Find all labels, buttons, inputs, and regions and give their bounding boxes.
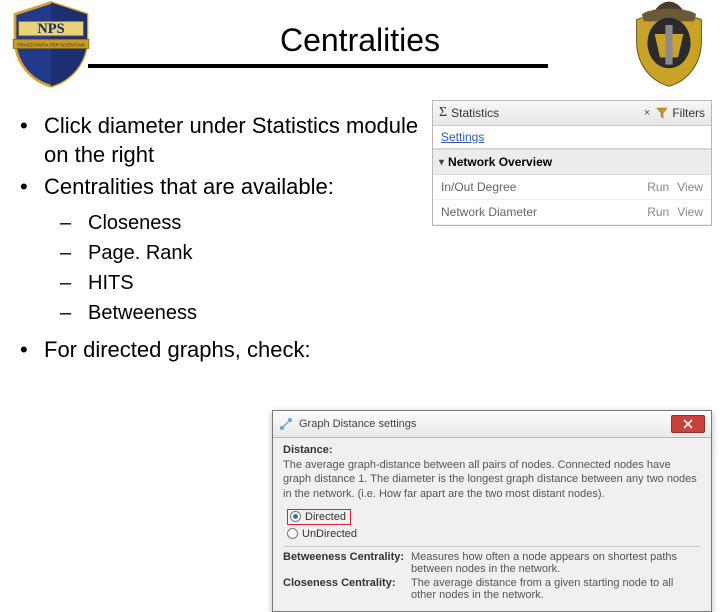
definition-text: Measures how often a node appears on sho… [411, 551, 701, 575]
view-link[interactable]: View [677, 180, 703, 194]
sigma-icon: Σ [439, 105, 447, 121]
distance-description: The average graph-distance between all p… [283, 458, 701, 501]
dash-marker: – [60, 240, 88, 266]
bullet-marker: • [20, 173, 44, 202]
bullet-marker: • [20, 336, 44, 365]
sub-bullet-item: –HITS [60, 270, 420, 296]
tab-close-icon[interactable]: × [644, 107, 650, 119]
bullet-text: Click diameter under Statistics module o… [44, 112, 420, 169]
tab-label: Statistics [451, 106, 499, 120]
sub-bullet-text: HITS [88, 270, 134, 296]
radio-label: UnDirected [302, 528, 357, 540]
definition-row: Closeness Centrality: The average distan… [283, 577, 701, 601]
bullet-item: • Click diameter under Statistics module… [20, 112, 420, 169]
tab-filters[interactable]: Filters [656, 106, 705, 120]
definition-term: Betweeness Centrality: [283, 551, 405, 575]
bullet-marker: • [20, 112, 44, 169]
radio-undirected[interactable]: UnDirected [287, 528, 701, 540]
definition-text: The average distance from a given starti… [411, 577, 701, 601]
sub-bullet-item: –Closeness [60, 210, 420, 236]
sub-bullet-item: –Betweeness [60, 300, 420, 326]
panel-tabs: Σ Statistics × Filters [433, 101, 711, 126]
dialog-body: Distance: The average graph-distance bet… [273, 438, 711, 611]
radio-icon [287, 528, 298, 539]
definitions: Betweeness Centrality: Measures how ofte… [283, 546, 701, 601]
distance-label: Distance: [283, 444, 701, 456]
settings-link[interactable]: Settings [433, 126, 711, 149]
radio-directed[interactable]: Directed [287, 509, 701, 525]
dash-marker: – [60, 270, 88, 296]
dialog-title: Graph Distance settings [299, 418, 416, 430]
section-header[interactable]: ▾ Network Overview [433, 149, 711, 175]
stat-name: In/Out Degree [441, 180, 639, 194]
nps-shield-logo: NPS PRAESTANTIA PER SCIENTIAM [6, 0, 96, 88]
tab-statistics[interactable]: Σ Statistics [439, 105, 499, 121]
bullet-text: For directed graphs, check: [44, 336, 311, 365]
svg-text:NPS: NPS [37, 21, 64, 37]
bullet-item: • Centralities that are available: [20, 173, 420, 202]
dialog-close-button[interactable] [671, 415, 705, 433]
highlight-box: Directed [287, 509, 351, 525]
funnel-icon [656, 107, 668, 119]
view-link[interactable]: View [677, 205, 703, 219]
statistics-panel: Σ Statistics × Filters Settings ▾ Networ… [432, 100, 712, 226]
sub-bullet-item: –Page. Rank [60, 240, 420, 266]
stat-row: In/Out Degree Run View [433, 175, 711, 200]
svg-text:PRAESTANTIA PER SCIENTIAM: PRAESTANTIA PER SCIENTIAM [18, 43, 85, 48]
tab-label: Filters [672, 106, 705, 120]
title-underline [88, 64, 548, 68]
run-link[interactable]: Run [647, 205, 669, 219]
dialog-titlebar: Graph Distance settings [273, 411, 711, 438]
definition-term: Closeness Centrality: [283, 577, 405, 601]
stat-row: Network Diameter Run View [433, 200, 711, 225]
radio-icon [290, 511, 301, 522]
collapse-triangle-icon: ▾ [439, 157, 444, 168]
stat-name: Network Diameter [441, 205, 639, 219]
graph-distance-dialog: Graph Distance settings Distance: The av… [272, 410, 712, 612]
dash-marker: – [60, 300, 88, 326]
west-point-crest-logo [624, 0, 714, 88]
run-link[interactable]: Run [647, 180, 669, 194]
sub-bullet-list: –Closeness –Page. Rank –HITS –Betweeness [60, 210, 420, 326]
bullet-text: Centralities that are available: [44, 173, 334, 202]
dialog-icon [279, 417, 293, 431]
bullet-item: • For directed graphs, check: [20, 336, 420, 365]
sub-bullet-text: Page. Rank [88, 240, 193, 266]
slide-title: Centralities [0, 0, 720, 59]
slide-header: NPS PRAESTANTIA PER SCIENTIAM Centraliti… [0, 0, 720, 80]
sub-bullet-text: Betweeness [88, 300, 197, 326]
dash-marker: – [60, 210, 88, 236]
slide-body: • Click diameter under Statistics module… [20, 112, 420, 368]
sub-bullet-text: Closeness [88, 210, 181, 236]
section-title: Network Overview [448, 155, 552, 169]
definition-row: Betweeness Centrality: Measures how ofte… [283, 551, 701, 575]
radio-label: Directed [305, 511, 346, 523]
